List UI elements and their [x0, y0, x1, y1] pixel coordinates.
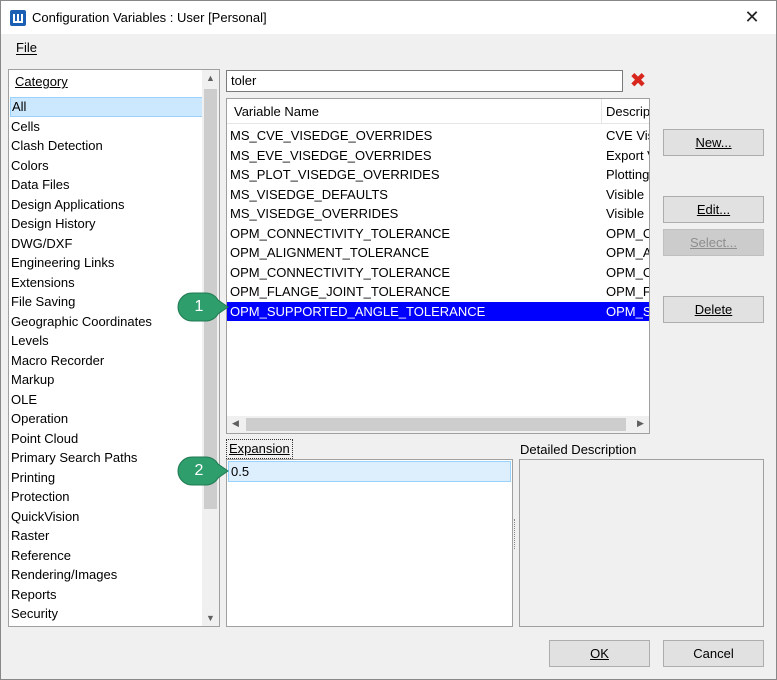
- menu-bar: File: [1, 34, 776, 61]
- app-icon: [10, 10, 26, 26]
- description-cell: OPM_FLANGE: [606, 284, 649, 299]
- table-row[interactable]: OPM_SUPPORTED_ANGLE_TOLERANCE OPM_SUPP: [227, 301, 649, 321]
- ok-button[interactable]: OK: [549, 640, 650, 667]
- table-row[interactable]: OPM_ALIGNMENT_TOLERANCE OPM_ALIGN: [227, 243, 649, 263]
- variable-name-cell: OPM_CONNECTIVITY_TOLERANCE: [230, 264, 451, 280]
- category-item[interactable]: Macro Recorder: [10, 351, 203, 371]
- table-row[interactable]: MS_PLOT_VISEDGE_OVERRIDES Plotting: [227, 165, 649, 185]
- table-body: MS_CVE_VISEDGE_OVERRIDES CVE Visible MS_EV…: [227, 126, 649, 321]
- description-cell: Visible: [606, 186, 645, 202]
- category-item[interactable]: Reference: [10, 546, 203, 566]
- category-scrollbar[interactable]: ▲ ▼: [202, 70, 219, 626]
- category-item[interactable]: Data Files: [10, 175, 203, 195]
- window-title: Configuration Variables : User [Personal…: [32, 10, 267, 25]
- description-cell: Export Visible: [606, 147, 649, 163]
- table-row[interactable]: MS_VISEDGE_DEFAULTS Visible: [227, 185, 649, 205]
- scrollbar-thumb[interactable]: [246, 418, 626, 431]
- category-item[interactable]: Design History: [10, 214, 203, 234]
- expansion-list[interactable]: 0.5: [226, 459, 513, 627]
- description-cell: OPM_SUPP: [606, 303, 649, 319]
- description-cell: OPM_ALIGN: [606, 245, 649, 260]
- search-input[interactable]: toler: [226, 70, 623, 92]
- description-cell: CVE Visible: [606, 128, 649, 143]
- callout-number: 2: [194, 462, 204, 479]
- variable-name-cell: MS_CVE_VISEDGE_OVERRIDES: [230, 128, 433, 143]
- category-item[interactable]: Security: [10, 604, 203, 624]
- category-item[interactable]: Point Cloud: [10, 429, 203, 449]
- scroll-left-icon[interactable]: ◀: [227, 418, 244, 429]
- category-item[interactable]: Engineering Links: [10, 253, 203, 273]
- category-items: All Cells Clash Detection Colors Data Files D…: [10, 97, 203, 624]
- detailed-description-box: [519, 459, 764, 627]
- description-cell: OPM_CONN: [606, 225, 649, 241]
- category-item[interactable]: File Saving: [10, 292, 203, 312]
- description-cell: Plotting: [606, 167, 649, 182]
- variable-name-cell: MS_VISEDGE_OVERRIDES: [230, 206, 399, 221]
- category-item[interactable]: Clash Detection: [10, 136, 203, 156]
- close-icon[interactable]: ✕: [740, 5, 764, 29]
- category-item[interactable]: Rendering/Images: [10, 565, 203, 585]
- cancel-button[interactable]: Cancel: [663, 640, 764, 667]
- description-cell: OPM_CONN: [606, 264, 649, 280]
- category-item[interactable]: Extensions: [10, 273, 203, 293]
- table-row[interactable]: MS_CVE_VISEDGE_OVERRIDES CVE Visible: [227, 126, 649, 146]
- category-item[interactable]: Design Applications: [10, 195, 203, 215]
- category-item[interactable]: DWG/DXF: [10, 234, 203, 254]
- variable-name-cell: MS_EVE_VISEDGE_OVERRIDES: [230, 147, 432, 163]
- category-list[interactable]: Category All Cells Clash Detection Colors Da…: [8, 69, 220, 627]
- category-header: Category: [15, 74, 68, 89]
- table-header: Variable Name Description: [227, 99, 649, 124]
- variable-name-cell: OPM_FLANGE_JOINT_TOLERANCE: [230, 284, 451, 299]
- column-header-description[interactable]: Description: [606, 104, 649, 119]
- column-header-variable-name[interactable]: Variable Name: [234, 104, 319, 119]
- variable-name-cell: OPM_SUPPORTED_ANGLE_TOLERANCE: [230, 303, 486, 319]
- clear-search-icon[interactable]: ✖: [629, 71, 647, 91]
- category-item[interactable]: Geographic Coordinates: [10, 312, 203, 332]
- variable-name-cell: MS_VISEDGE_DEFAULTS: [230, 186, 388, 202]
- variable-name-cell: OPM_CONNECTIVITY_TOLERANCE: [230, 225, 451, 241]
- callout-1: 1: [177, 292, 229, 322]
- callout-2: 2: [177, 456, 229, 486]
- edit-button[interactable]: Edit...: [663, 196, 764, 223]
- expansion-value[interactable]: 0.5: [228, 461, 511, 482]
- description-cell: Visible: [606, 206, 645, 221]
- expansion-label: Expansion: [226, 439, 293, 459]
- scroll-down-icon[interactable]: ▼: [202, 613, 219, 623]
- table-row[interactable]: OPM_CONNECTIVITY_TOLERANCE OPM_CONN: [227, 224, 649, 244]
- menu-file[interactable]: File: [16, 40, 37, 55]
- category-item[interactable]: Printing: [10, 468, 203, 488]
- new-button[interactable]: New...: [663, 129, 764, 156]
- table-row[interactable]: MS_EVE_VISEDGE_OVERRIDES Export Visible: [227, 146, 649, 166]
- table-horizontal-scrollbar[interactable]: ◀ ▶: [227, 416, 649, 433]
- category-item[interactable]: All: [10, 97, 203, 117]
- category-item[interactable]: Cells: [10, 117, 203, 137]
- category-item[interactable]: Colors: [10, 156, 203, 176]
- column-divider[interactable]: [601, 99, 602, 124]
- pane-splitter[interactable]: [514, 519, 517, 549]
- config-variables-dialog: Configuration Variables : User [Personal…: [0, 0, 777, 680]
- category-item[interactable]: QuickVision: [10, 507, 203, 527]
- scroll-right-icon[interactable]: ▶: [632, 418, 649, 429]
- category-item[interactable]: Operation: [10, 409, 203, 429]
- scroll-up-icon[interactable]: ▲: [202, 73, 219, 83]
- category-item[interactable]: Markup: [10, 370, 203, 390]
- callout-number: 1: [194, 298, 204, 315]
- select-button[interactable]: Select...: [663, 229, 764, 256]
- category-item[interactable]: Levels: [10, 331, 203, 351]
- detailed-description-label: Detailed Description: [520, 442, 637, 457]
- variable-name-cell: MS_PLOT_VISEDGE_OVERRIDES: [230, 167, 440, 182]
- variable-name-cell: OPM_ALIGNMENT_TOLERANCE: [230, 245, 430, 260]
- category-item[interactable]: Raster: [10, 526, 203, 546]
- table-row[interactable]: MS_VISEDGE_OVERRIDES Visible: [227, 204, 649, 224]
- variables-table[interactable]: Variable Name Description MS_CVE_VISEDGE…: [226, 98, 650, 434]
- category-item[interactable]: OLE: [10, 390, 203, 410]
- category-item[interactable]: Protection: [10, 487, 203, 507]
- category-item[interactable]: Primary Search Paths: [10, 448, 203, 468]
- title-bar: Configuration Variables : User [Personal…: [1, 1, 776, 34]
- table-row[interactable]: OPM_CONNECTIVITY_TOLERANCE OPM_CONN: [227, 263, 649, 283]
- delete-button[interactable]: Delete: [663, 296, 764, 323]
- category-item[interactable]: Reports: [10, 585, 203, 605]
- table-row[interactable]: OPM_FLANGE_JOINT_TOLERANCE OPM_FLANGE: [227, 282, 649, 302]
